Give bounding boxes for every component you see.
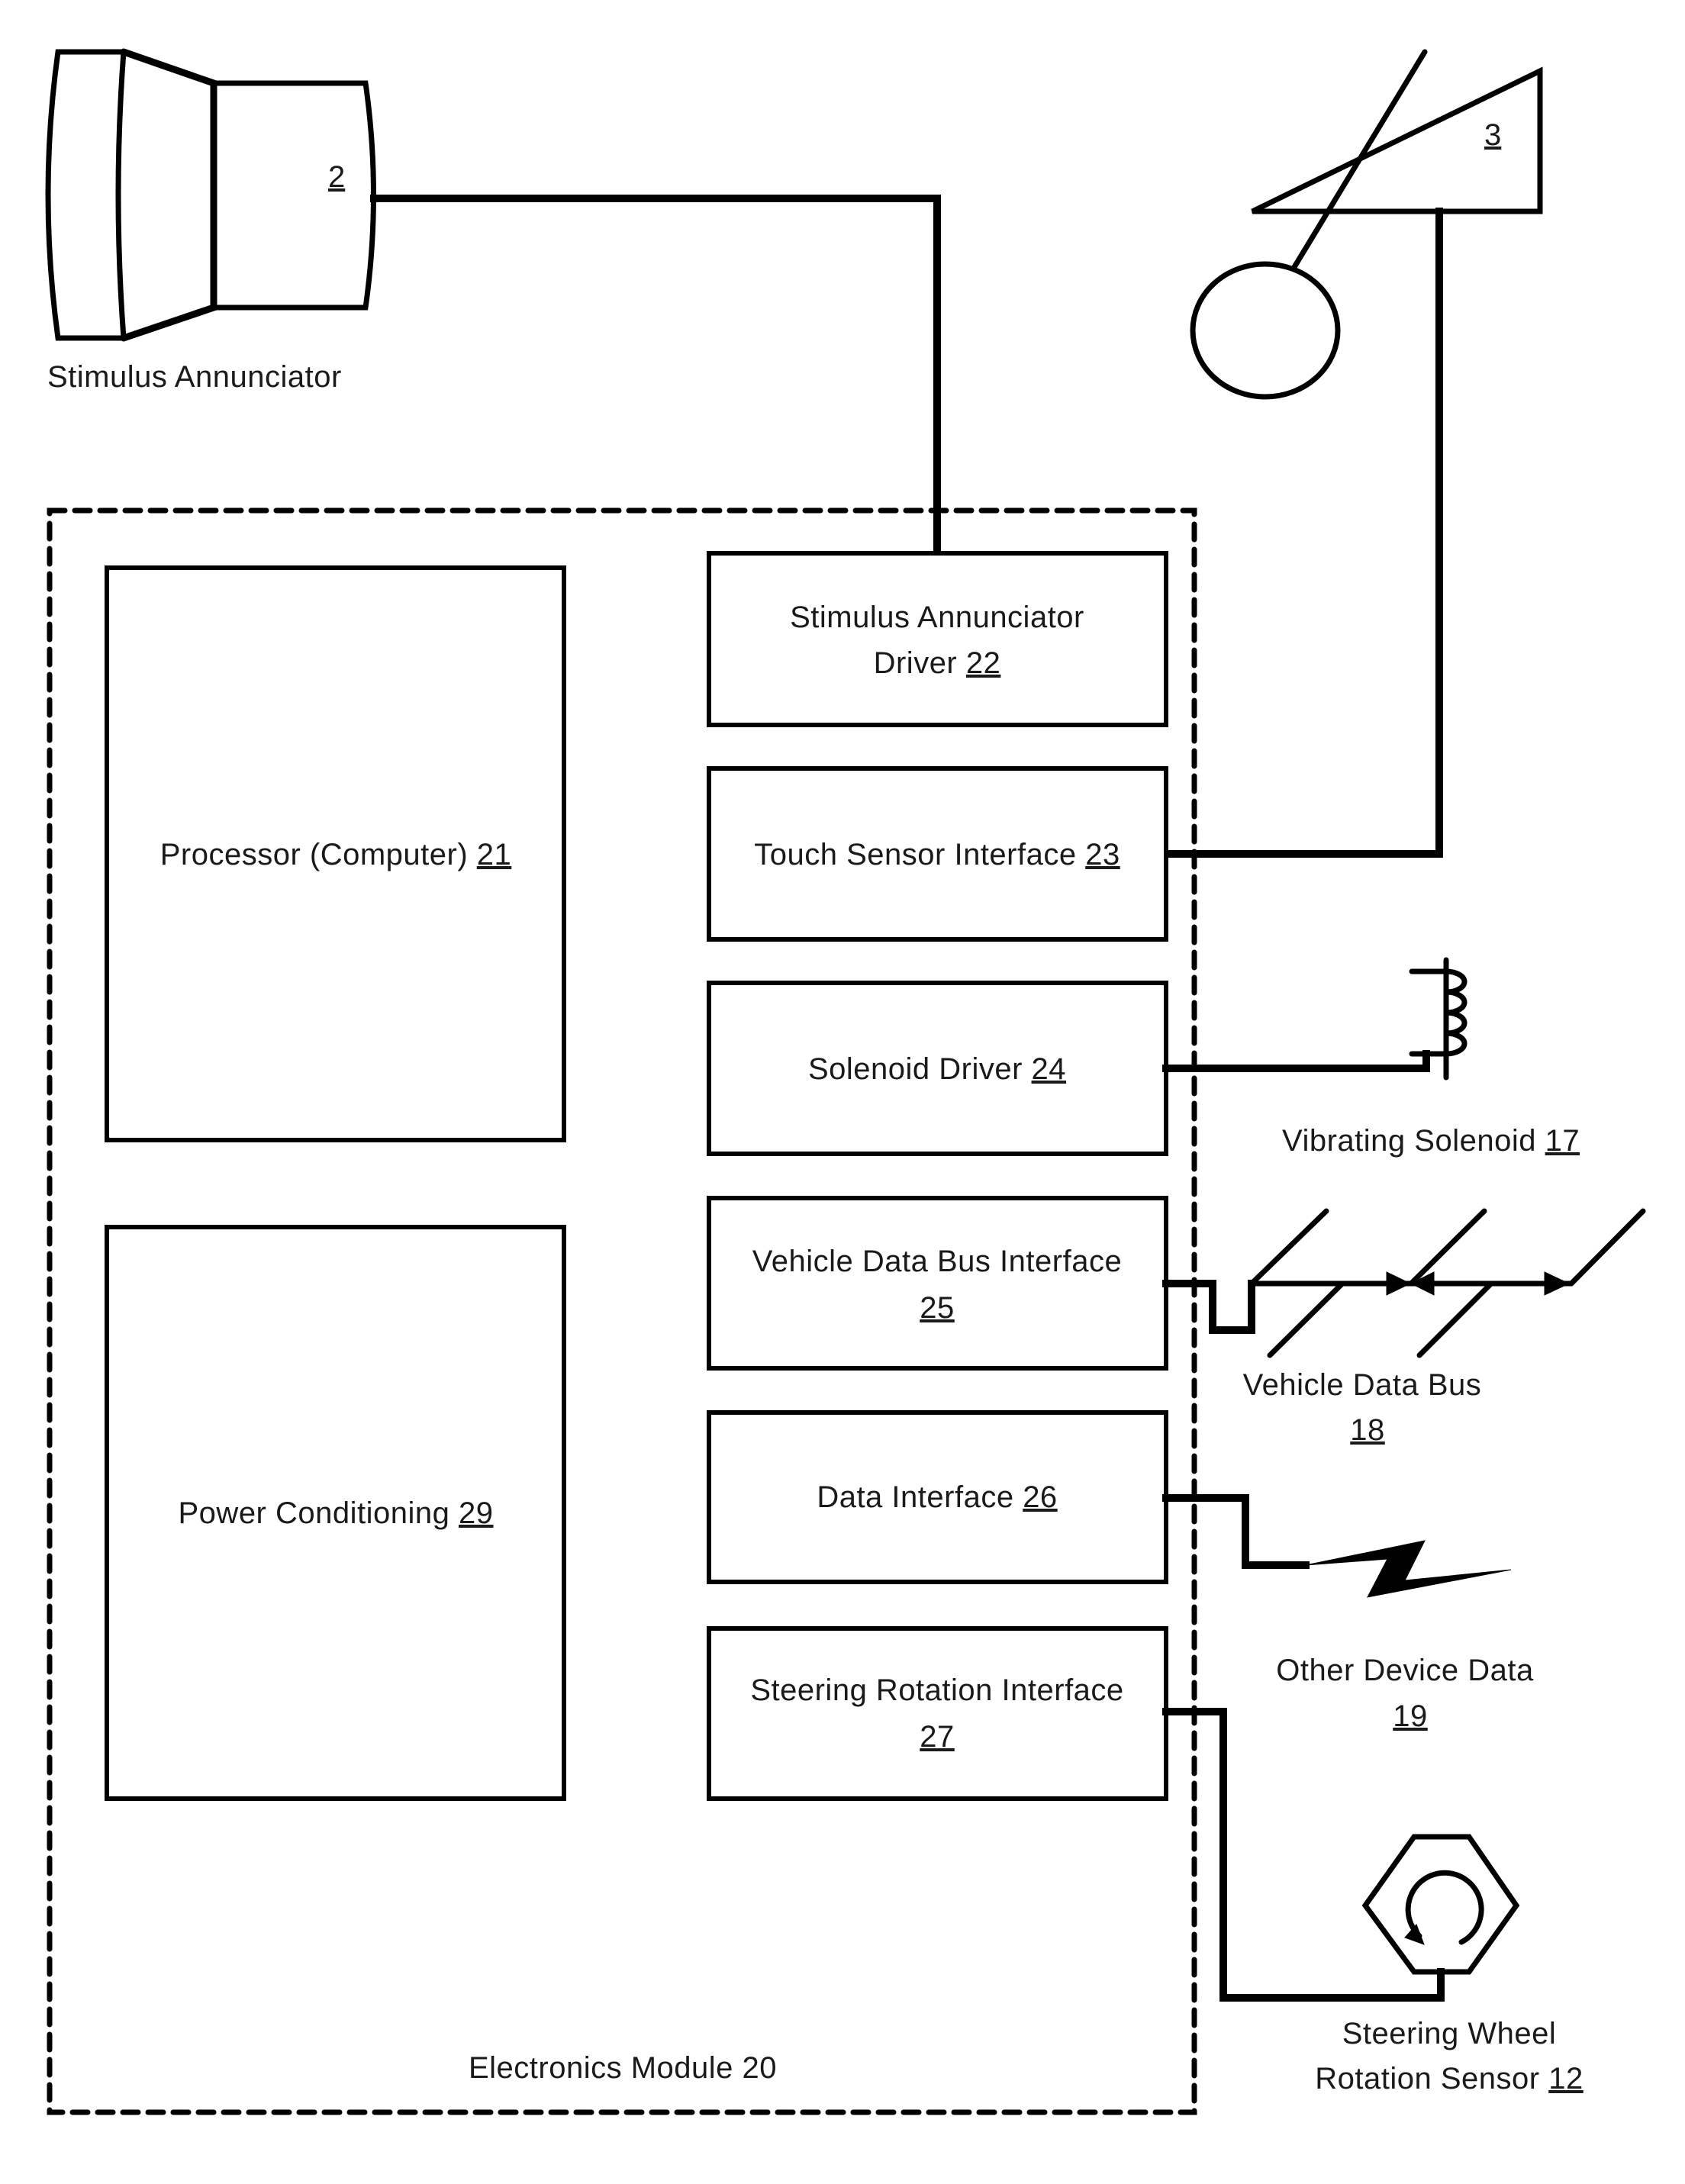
svg-text:Vibrating Solenoid 1: Vibrating Solenoid 17 (1282, 1124, 1580, 1158)
wire-solenoid-driver-to-solenoid (1162, 1050, 1430, 1072)
rotation-sensor-icon (1361, 1834, 1520, 1975)
touch-sensor-ref-number: 3 (1484, 118, 1501, 152)
wire-data-interface-to-wireless (1162, 1494, 1310, 1569)
steering-interface-label: Steering Rotation Interface (750, 1673, 1123, 1707)
steering-sensor-label-line1: Steering Wheel (1342, 2017, 1556, 2050)
vehicle-bus-interface-label: Vehicle Data Bus Interface (752, 1245, 1122, 1278)
data-interface-ref-number: 26 (1023, 1480, 1058, 1514)
steering-sensor-ref-number: 12 (1548, 2062, 1584, 2095)
speaker-ref-number: 2 (328, 160, 345, 194)
solenoid-coil-icon (1409, 957, 1468, 1081)
wire-speaker-to-driver (370, 195, 941, 557)
other-device-ref-number: 19 (1393, 1699, 1428, 1733)
svg-text:Rotation Sensor 12: Rotation Sensor 12 (1315, 2062, 1583, 2095)
processor-block: Processor (Computer) 21 (105, 565, 566, 1142)
vehicle-bus-interface-block: Vehicle Data Bus Interface 25 (707, 1196, 1168, 1371)
vehicle-bus-interface-ref-number: 25 (920, 1291, 955, 1325)
other-device-label: Other Device Data (1276, 1654, 1534, 1687)
vehicle-bus-label: Vehicle Data Bus (1243, 1368, 1482, 1402)
solenoid-driver-block: Solenoid Driver 24 (707, 981, 1168, 1156)
stimulus-driver-ref-number: 22 (966, 646, 1001, 680)
touch-sensor-interface-ref-number: 23 (1085, 838, 1120, 871)
power-conditioning-ref-number: 29 (459, 1496, 494, 1530)
speaker-icon (45, 48, 376, 342)
electronics-block-diagram: 2 Stimulus Annunciator 3 Electronics Mod… (45, 48, 1646, 2115)
data-interface-block: Data Interface 26 (707, 1410, 1168, 1584)
solenoid-ref-number: 17 (1545, 1124, 1580, 1158)
stimulus-driver-label-line1: Stimulus Annunciator (790, 601, 1084, 634)
data-bus-icon (1248, 1208, 1646, 1358)
power-conditioning-block: Power Conditioning 29 (105, 1225, 566, 1801)
svg-text:Processor (Computer): Processor (Computer) 21 (160, 838, 512, 871)
solenoid-label: Vibrating Solenoid (1282, 1124, 1536, 1158)
touch-sensor-interface-label: Touch Sensor Interface (754, 838, 1076, 871)
wire-bus-interface-to-bus (1162, 1280, 1255, 1334)
touch-sensor-icon (1190, 49, 1543, 400)
speaker-label: Stimulus Annunciator (47, 360, 342, 394)
data-interface-label: Data Interface (817, 1480, 1013, 1514)
stimulus-driver-label-line2: Driver (874, 646, 958, 680)
steering-interface-block: Steering Rotation Interface 27 (707, 1626, 1168, 1801)
steering-interface-ref-number: 27 (920, 1720, 955, 1754)
svg-text:Solenoid Driver: Solenoid Driver 24 (808, 1052, 1066, 1086)
steering-sensor-label-line2: Rotation Sensor (1315, 2062, 1539, 2095)
touch-sensor-interface-block: Touch Sensor Interface 23 (707, 766, 1168, 942)
power-conditioning-label: Power Conditioning (179, 1496, 450, 1530)
solenoid-driver-label: Solenoid Driver (808, 1052, 1023, 1086)
solenoid-driver-ref-number: 24 (1032, 1052, 1067, 1086)
processor-ref-number: 21 (477, 838, 512, 871)
processor-label: Processor (Computer) (160, 838, 468, 871)
stimulus-driver-block: Stimulus Annunciator Driver 22 (707, 551, 1168, 727)
electronics-module-label: Electronics Module 20 (469, 2051, 777, 2085)
svg-text:Touch Sensor Interface: Touch Sensor Interface 23 (754, 838, 1120, 871)
svg-text:Driver 22: Driver 22 (874, 646, 1001, 680)
wireless-link-icon (1305, 1540, 1512, 1598)
svg-text:Data Interface 2: Data Interface 26 (817, 1480, 1057, 1514)
svg-text:Power Conditioning: Power Conditioning 29 (179, 1496, 494, 1530)
wire-touch-interface-to-sensor (1162, 208, 1443, 858)
vehicle-bus-ref-number: 18 (1350, 1413, 1385, 1447)
